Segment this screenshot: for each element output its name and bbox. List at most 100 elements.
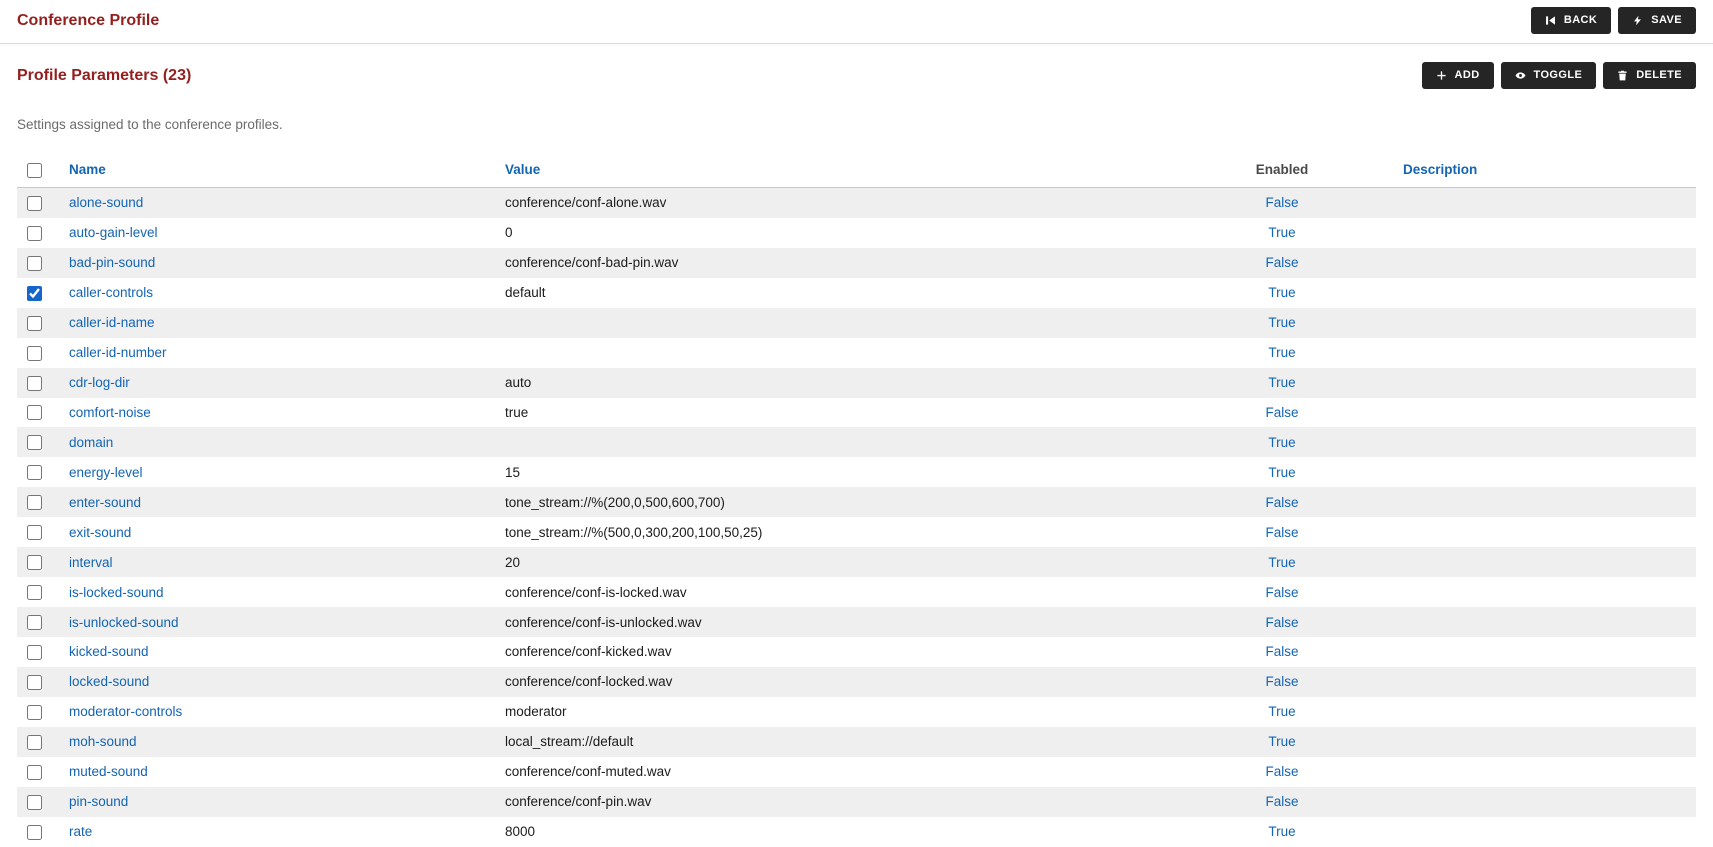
table-row: energy-level 15 True <box>17 457 1696 487</box>
column-header-description[interactable]: Description <box>1355 156 1696 187</box>
row-checkbox[interactable] <box>27 645 42 660</box>
parameter-value: conference/conf-pin.wav <box>497 787 1209 817</box>
row-checkbox[interactable] <box>27 555 42 570</box>
table-row: muted-sound conference/conf-muted.wav Fa… <box>17 757 1696 787</box>
parameter-name-link[interactable]: pin-sound <box>69 794 128 809</box>
table-actions: ADD TOGGLE DELETE <box>1422 62 1697 89</box>
parameter-name-link[interactable]: alone-sound <box>69 195 143 210</box>
row-checkbox[interactable] <box>27 286 42 301</box>
section-title: Profile Parameters (23) <box>17 62 191 85</box>
row-checkbox[interactable] <box>27 256 42 271</box>
column-header-value-label[interactable]: Value <box>505 162 540 177</box>
parameter-name-link[interactable]: caller-id-number <box>69 345 167 360</box>
parameter-enabled-link[interactable]: False <box>1265 644 1298 659</box>
parameter-enabled-link[interactable]: True <box>1268 315 1295 330</box>
parameter-name-link[interactable]: moh-sound <box>69 734 137 749</box>
column-header-value[interactable]: Value <box>497 156 1209 187</box>
row-checkbox[interactable] <box>27 735 42 750</box>
parameter-value: default <box>497 278 1209 308</box>
parameter-name-link[interactable]: locked-sound <box>69 674 149 689</box>
row-checkbox[interactable] <box>27 316 42 331</box>
row-checkbox[interactable] <box>27 376 42 391</box>
table-row: pin-sound conference/conf-pin.wav False <box>17 787 1696 817</box>
table-row: bad-pin-sound conference/conf-bad-pin.wa… <box>17 248 1696 278</box>
table-row: moderator-controls moderator True <box>17 697 1696 727</box>
parameter-description <box>1355 368 1696 398</box>
parameter-enabled-link[interactable]: False <box>1265 255 1298 270</box>
parameter-enabled-link[interactable]: False <box>1265 195 1298 210</box>
parameter-enabled-link[interactable]: True <box>1268 345 1295 360</box>
row-checkbox[interactable] <box>27 495 42 510</box>
parameter-name-link[interactable]: comfort-noise <box>69 405 151 420</box>
parameter-enabled-link[interactable]: False <box>1265 405 1298 420</box>
parameter-enabled-link[interactable]: True <box>1268 704 1295 719</box>
row-checkbox[interactable] <box>27 405 42 420</box>
skip-back-icon <box>1545 15 1556 26</box>
row-checkbox[interactable] <box>27 675 42 690</box>
parameter-name-link[interactable]: exit-sound <box>69 525 131 540</box>
parameter-name-link[interactable]: muted-sound <box>69 764 148 779</box>
table-row: caller-id-name True <box>17 308 1696 338</box>
parameter-name-link[interactable]: energy-level <box>69 465 143 480</box>
parameter-enabled-link[interactable]: True <box>1268 555 1295 570</box>
parameter-name-link[interactable]: bad-pin-sound <box>69 255 155 270</box>
row-checkbox[interactable] <box>27 585 42 600</box>
row-checkbox[interactable] <box>27 226 42 241</box>
parameter-name-link[interactable]: enter-sound <box>69 495 141 510</box>
table-body: alone-sound conference/conf-alone.wav Fa… <box>17 187 1696 846</box>
table-row: kicked-sound conference/conf-kicked.wav … <box>17 637 1696 667</box>
add-button-label: ADD <box>1455 70 1480 81</box>
add-button[interactable]: ADD <box>1422 62 1494 89</box>
parameter-enabled-link[interactable]: True <box>1268 734 1295 749</box>
page-header: Conference Profile BACK SAVE <box>0 0 1713 44</box>
parameter-description <box>1355 697 1696 727</box>
column-header-name[interactable]: Name <box>61 156 497 187</box>
parameter-enabled-link[interactable]: False <box>1265 585 1298 600</box>
parameter-name-link[interactable]: caller-controls <box>69 285 153 300</box>
parameter-enabled-link[interactable]: True <box>1268 824 1295 839</box>
parameter-enabled-link[interactable]: True <box>1268 465 1295 480</box>
parameter-enabled-link[interactable]: True <box>1268 435 1295 450</box>
parameter-value: 8000 <box>497 817 1209 847</box>
parameter-name-link[interactable]: auto-gain-level <box>69 225 158 240</box>
row-checkbox[interactable] <box>27 795 42 810</box>
parameter-name-link[interactable]: is-unlocked-sound <box>69 615 179 630</box>
parameter-name-link[interactable]: kicked-sound <box>69 644 149 659</box>
parameter-name-link[interactable]: interval <box>69 555 113 570</box>
parameter-description <box>1355 187 1696 217</box>
row-checkbox[interactable] <box>27 705 42 720</box>
parameter-enabled-link[interactable]: True <box>1268 375 1295 390</box>
row-checkbox[interactable] <box>27 765 42 780</box>
column-header-name-label[interactable]: Name <box>69 162 106 177</box>
parameter-value: tone_stream://%(200,0,500,600,700) <box>497 487 1209 517</box>
parameter-enabled-link[interactable]: False <box>1265 495 1298 510</box>
select-all-checkbox[interactable] <box>27 163 42 178</box>
parameter-name-link[interactable]: domain <box>69 435 113 450</box>
parameter-enabled-link[interactable]: False <box>1265 794 1298 809</box>
column-header-enabled: Enabled <box>1209 156 1355 187</box>
parameter-enabled-link[interactable]: False <box>1265 764 1298 779</box>
parameter-name-link[interactable]: rate <box>69 824 92 839</box>
row-checkbox[interactable] <box>27 525 42 540</box>
parameter-enabled-link[interactable]: True <box>1268 225 1295 240</box>
row-checkbox[interactable] <box>27 196 42 211</box>
parameter-enabled-link[interactable]: True <box>1268 285 1295 300</box>
parameter-name-link[interactable]: cdr-log-dir <box>69 375 130 390</box>
back-button[interactable]: BACK <box>1531 7 1611 34</box>
row-checkbox[interactable] <box>27 435 42 450</box>
parameter-enabled-link[interactable]: False <box>1265 615 1298 630</box>
save-button[interactable]: SAVE <box>1618 7 1696 34</box>
parameter-name-link[interactable]: moderator-controls <box>69 704 182 719</box>
parameter-name-link[interactable]: is-locked-sound <box>69 585 164 600</box>
column-header-description-label[interactable]: Description <box>1403 162 1477 177</box>
parameter-enabled-link[interactable]: False <box>1265 674 1298 689</box>
parameter-name-link[interactable]: caller-id-name <box>69 315 155 330</box>
toggle-button[interactable]: TOGGLE <box>1501 62 1597 89</box>
row-checkbox[interactable] <box>27 615 42 630</box>
row-checkbox[interactable] <box>27 825 42 840</box>
row-checkbox[interactable] <box>27 346 42 361</box>
main-content: Profile Parameters (23) ADD TOGGLE DELET… <box>0 44 1713 847</box>
delete-button[interactable]: DELETE <box>1603 62 1696 89</box>
parameter-enabled-link[interactable]: False <box>1265 525 1298 540</box>
row-checkbox[interactable] <box>27 465 42 480</box>
